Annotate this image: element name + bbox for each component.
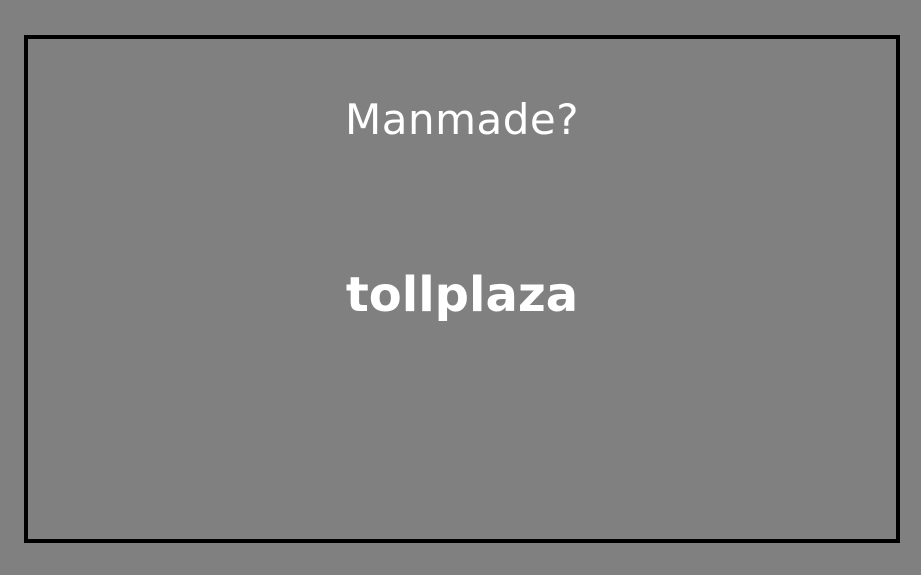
question-prompt: Manmade? [344,95,580,144]
stimulus-frame: Manmade? tollplaza [24,35,900,543]
stimulus-word: tollplaza [345,267,579,323]
